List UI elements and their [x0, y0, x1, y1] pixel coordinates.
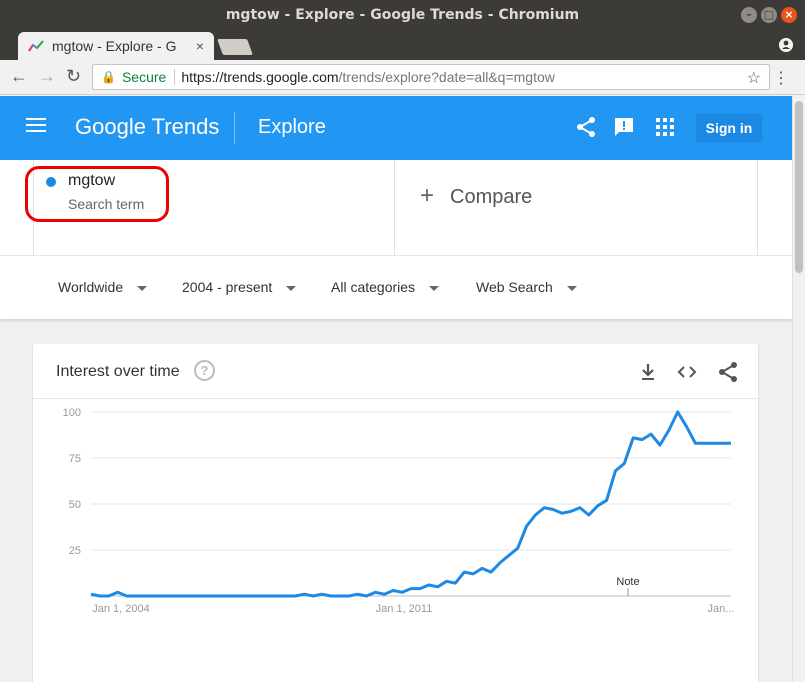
y-tick-label: 100 [63, 407, 81, 419]
maximize-button[interactable]: □ [761, 7, 777, 23]
trends-favicon-icon [28, 40, 44, 52]
filter-bar: Worldwide 2004 - present All categories … [0, 255, 792, 319]
x-tick-label: Jan... [708, 603, 735, 615]
new-tab-button[interactable] [217, 39, 253, 55]
filter-location-label: Worldwide [58, 279, 124, 295]
window-title-bar: mgtow - Explore - Google Trends - Chromi… [0, 0, 805, 30]
address-bar[interactable]: 🔒 Secure https://trends.google.com /tren… [92, 64, 770, 90]
scrollbar-thumb[interactable] [795, 101, 803, 273]
menu-icon[interactable] [26, 118, 46, 132]
url-host: https://trends.google.com [181, 69, 339, 85]
interest-chart: 100 75 50 25 Jan 1, 2004 Jan 1, 2011 Jan... Not… [63, 407, 735, 615]
apps-grid-icon[interactable] [654, 116, 676, 138]
interest-over-time-card: Interest over time ? 100 75 50 25 Jan 1, 200… [33, 344, 758, 682]
logo-trends: Trends [151, 114, 220, 139]
trends-header: Google Trends Explore Sign in [0, 96, 792, 160]
reload-button[interactable]: ↻ [66, 66, 81, 87]
help-icon[interactable]: ? [194, 360, 215, 381]
compare-label: Compare [450, 186, 533, 208]
x-tick-label: Jan 1, 2004 [92, 603, 150, 615]
filter-time[interactable]: 2004 - present [182, 279, 297, 295]
embed-icon[interactable] [676, 361, 698, 383]
filter-search-type[interactable]: Web Search [476, 279, 577, 295]
browser-menu-button[interactable]: ⋮ [773, 68, 789, 88]
compare-button[interactable]: + Compare [420, 182, 532, 210]
chevron-down-icon [566, 285, 577, 291]
chevron-down-icon [137, 285, 148, 291]
filter-category[interactable]: All categories [331, 279, 440, 295]
search-term-highlight [25, 166, 169, 222]
panel-divider [757, 160, 758, 255]
download-icon[interactable] [637, 361, 659, 383]
share-icon[interactable] [717, 361, 739, 383]
url-path: /trends/explore?date=all&q=mgtow [338, 69, 555, 85]
page-scrollbar[interactable] [792, 95, 805, 682]
lock-icon: 🔒 [101, 70, 116, 84]
y-tick-label: 25 [69, 545, 81, 557]
feedback-icon[interactable] [613, 116, 635, 138]
minimize-button[interactable]: – [741, 7, 757, 23]
google-trends-logo[interactable]: Google Trends [75, 114, 219, 140]
tab-title: mgtow - Explore - G [52, 38, 177, 54]
y-tick-label: 50 [69, 499, 81, 511]
header-divider [234, 112, 235, 144]
filter-time-label: 2004 - present [182, 279, 273, 295]
browser-toolbar: ← → ↻ 🔒 Secure https://trends.google.com… [0, 60, 805, 95]
section-title: Explore [258, 116, 326, 138]
card-title: Interest over time [56, 363, 180, 380]
filter-location[interactable]: Worldwide [58, 279, 148, 295]
star-icon[interactable]: ☆ [747, 68, 761, 88]
chevron-down-icon [286, 285, 297, 291]
card-header: Interest over time ? [33, 344, 758, 399]
profile-icon[interactable] [779, 38, 793, 52]
forward-button[interactable]: → [38, 66, 56, 87]
share-icon[interactable] [575, 116, 597, 138]
chevron-down-icon [429, 285, 440, 291]
plus-icon: + [420, 182, 435, 209]
tab-close-button[interactable]: × [196, 38, 204, 54]
tab-strip: mgtow - Explore - G × [0, 30, 805, 60]
filter-category-label: All categories [331, 279, 416, 295]
close-window-button[interactable]: × [781, 7, 797, 23]
window-title: mgtow - Explore - Google Trends - Chromi… [225, 7, 580, 23]
logo-google: Google [75, 114, 146, 139]
sign-in-button[interactable]: Sign in [696, 114, 762, 142]
y-tick-label: 75 [69, 453, 81, 465]
secure-label: Secure [122, 69, 176, 85]
filter-search-type-label: Web Search [476, 279, 553, 295]
note-annotation: Note [616, 576, 639, 588]
x-tick-label: Jan 1, 2011 [376, 603, 433, 615]
browser-tab[interactable]: mgtow - Explore - G × [18, 32, 214, 60]
page-content: Google Trends Explore Sign in mgtow Sear… [0, 96, 792, 682]
back-button[interactable]: ← [10, 66, 28, 87]
